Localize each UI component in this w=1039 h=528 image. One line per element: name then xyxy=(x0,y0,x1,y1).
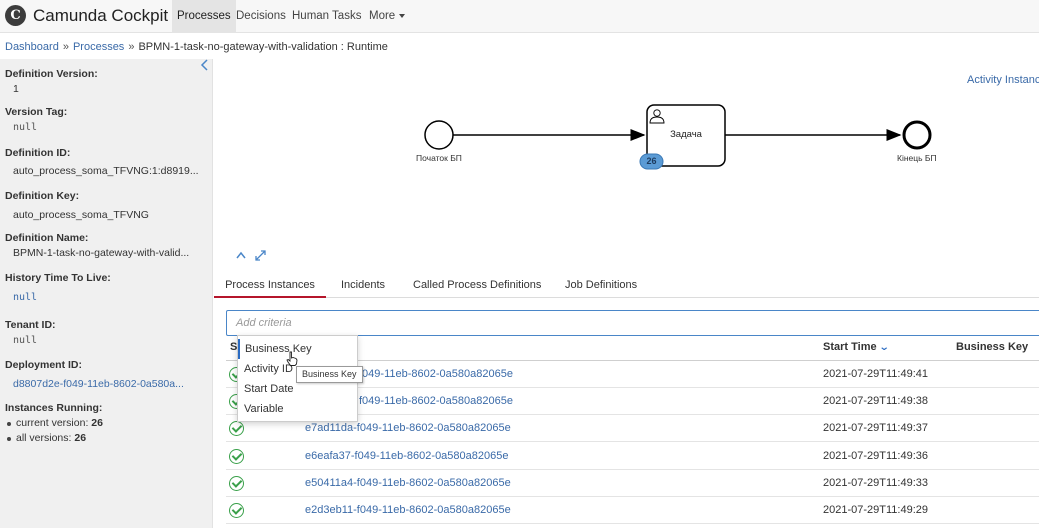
process-instance-id-link[interactable]: e6eafa37-f049-11eb-8602-0a580a82065e xyxy=(305,443,508,470)
all-versions-value: 26 xyxy=(74,432,87,444)
process-instance-id-link[interactable]: f049-11eb-8602-0a580a82065e xyxy=(359,388,513,415)
all-versions-count: all versions: 26 xyxy=(6,432,87,444)
business-key-column-header[interactable]: Business Key xyxy=(956,341,1028,353)
task-label: Задача xyxy=(670,129,702,140)
option-tooltip: Business Key xyxy=(296,366,363,383)
sort-descending-icon[interactable]: ⌄ xyxy=(878,342,889,353)
running-state-icon xyxy=(229,476,244,491)
nav-more-label: More xyxy=(369,10,396,22)
definition-name-value: BPMN-1-task-no-gateway-with-valid... xyxy=(13,247,190,259)
tenant-id-label: Tenant ID: xyxy=(5,319,56,331)
definition-id-label: Definition ID: xyxy=(5,147,71,159)
start-event[interactable] xyxy=(424,120,454,150)
start-time-cell: 2021-07-29T11:49:41 xyxy=(823,368,928,380)
start-time-header-label: Start Time xyxy=(823,341,877,353)
hand-cursor-icon xyxy=(286,351,298,371)
all-versions-label: all versions: xyxy=(16,432,72,444)
history-ttl-label: History Time To Live: xyxy=(5,272,111,284)
version-tag-label: Version Tag: xyxy=(5,106,68,118)
tab-incidents[interactable]: Incidents xyxy=(341,273,385,298)
definition-key-value: auto_process_soma_TFVNG xyxy=(13,209,149,221)
definition-version-label: Definition Version: xyxy=(5,68,98,80)
version-tag-value[interactable]: null xyxy=(13,122,208,133)
start-time-cell: 2021-07-29T11:49:29 xyxy=(823,504,928,516)
table-row: e50411a4-f049-11eb-8602-0a580a82065e 202… xyxy=(226,470,1039,497)
breadcrumb-dashboard[interactable]: Dashboard xyxy=(5,41,59,53)
collapse-diagram-icon[interactable] xyxy=(236,250,246,262)
start-time-cell: 2021-07-29T11:49:37 xyxy=(823,422,928,434)
nav-human-tasks[interactable]: Human Tasks xyxy=(287,0,366,33)
process-instance-id-link[interactable]: e50411a4-f049-11eb-8602-0a580a82065e xyxy=(305,470,511,497)
bpmn-diagram[interactable]: Початок БП Задача 26 Кінець БП xyxy=(214,59,1039,265)
task-badge-count: 26 xyxy=(646,156,657,166)
definition-id-value: auto_process_soma_TFVNG:1:d8919... xyxy=(13,165,199,177)
caret-down-icon xyxy=(399,13,406,18)
process-instance-id-link[interactable]: e2d3eb11-f049-11eb-8602-0a580a82065e xyxy=(305,497,511,524)
table-row: e2d3eb11-f049-11eb-8602-0a580a82065e 202… xyxy=(226,497,1039,524)
deployment-id-link[interactable]: d8807d2e-f049-11eb-8602-0a580a... xyxy=(13,378,208,390)
start-time-cell: 2021-07-29T11:49:33 xyxy=(823,477,928,489)
top-navbar: C Camunda Cockpit Processes Decisions Hu… xyxy=(0,0,1039,33)
criteria-option-variable[interactable]: Variable xyxy=(238,399,357,419)
definition-name-label: Definition Name: xyxy=(5,232,89,244)
collapse-sidebar-icon[interactable] xyxy=(200,59,210,71)
history-ttl-value[interactable]: null xyxy=(13,292,208,303)
current-version-value: 26 xyxy=(91,417,103,429)
tab-job-definitions[interactable]: Job Definitions xyxy=(565,273,637,298)
expand-diagram-icon[interactable] xyxy=(255,250,266,264)
brand-name[interactable]: Camunda Cockpit xyxy=(33,6,168,26)
definition-key-label: Definition Key: xyxy=(5,190,80,202)
running-state-icon xyxy=(229,503,244,518)
deployment-id-label: Deployment ID: xyxy=(5,359,83,371)
breadcrumb-separator: » xyxy=(128,41,135,53)
end-event[interactable] xyxy=(902,120,932,150)
tab-called-process-definitions[interactable]: Called Process Definitions xyxy=(413,273,541,298)
nav-decisions[interactable]: Decisions xyxy=(231,0,291,33)
camunda-logo-icon[interactable]: C xyxy=(5,5,26,26)
breadcrumb: Dashboard» Processes» BPMN-1-task-no-gatew… xyxy=(5,39,388,55)
nav-processes[interactable]: Processes xyxy=(172,0,236,33)
nav-more[interactable]: More xyxy=(364,0,410,33)
breadcrumb-current: BPMN-1-task-no-gateway-with-validation :… xyxy=(138,41,388,53)
process-instance-id-link[interactable]: f049-11eb-8602-0a580a82065e xyxy=(359,361,513,388)
tab-process-instances[interactable]: Process Instances xyxy=(214,273,326,298)
definition-version-value: 1 xyxy=(13,83,19,95)
start-time-cell: 2021-07-29T11:49:38 xyxy=(823,395,928,407)
detail-tabs: Process Instances Incidents Called Proce… xyxy=(214,273,1039,298)
running-state-icon xyxy=(229,421,244,436)
breadcrumb-processes[interactable]: Processes xyxy=(73,41,124,53)
tenant-id-value: null xyxy=(13,335,38,346)
current-version-label: current version: xyxy=(16,417,89,429)
activity-instance-link[interactable]: Activity Instanc xyxy=(967,74,1039,86)
running-state-icon xyxy=(229,449,244,464)
instances-running-label: Instances Running: xyxy=(5,402,103,414)
start-event-label: Початок БП xyxy=(416,153,462,163)
table-row: e6eafa37-f049-11eb-8602-0a580a82065e 202… xyxy=(226,443,1039,470)
breadcrumb-separator: » xyxy=(62,41,69,53)
start-time-column-header[interactable]: Start Time ⌄ xyxy=(823,341,889,353)
end-event-label: Кінець БП xyxy=(897,153,937,163)
current-version-count: current version: 26 xyxy=(7,417,103,429)
search-criteria-input[interactable]: Add criteria xyxy=(226,310,1039,336)
start-time-cell: 2021-07-29T11:49:36 xyxy=(823,450,928,462)
